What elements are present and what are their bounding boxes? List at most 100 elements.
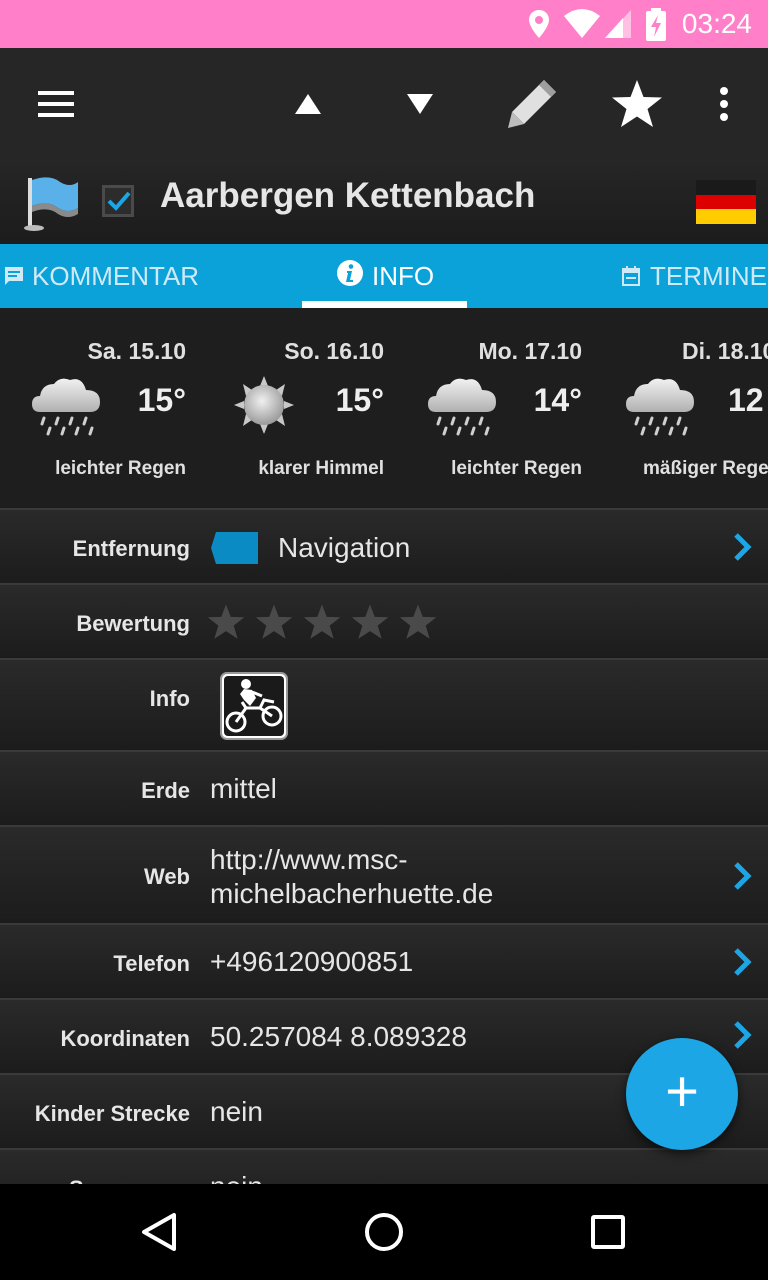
toolbar: [0, 48, 768, 160]
home-button[interactable]: [336, 1184, 432, 1280]
chevron-right-icon: [734, 1021, 752, 1049]
more-options-button[interactable]: [684, 48, 764, 160]
row-web[interactable]: Web http://www.msc- michelbacherhuette.d…: [0, 825, 768, 923]
row-value: Navigation: [278, 532, 411, 563]
back-button[interactable]: [112, 1184, 208, 1280]
weather-date: Mo. 17.10: [478, 338, 582, 364]
weather-desc: leichter Regen: [55, 458, 186, 479]
row-supercross: Supercross nein: [0, 1148, 768, 1184]
weather-date: Di. 18.10: [682, 338, 768, 364]
star-empty-icon: [351, 604, 389, 639]
track-flag-icon: [24, 177, 78, 231]
row-value: nein: [210, 1170, 263, 1184]
row-value: +496120900851: [210, 946, 414, 977]
weather-temp: 15°: [335, 382, 384, 418]
menu-icon: [38, 91, 74, 117]
star-icon: [612, 80, 662, 127]
tab-info-label: INFO: [372, 260, 435, 291]
previous-button[interactable]: [268, 48, 348, 160]
weather-date: Sa. 15.10: [87, 338, 186, 364]
chevron-right-icon: [734, 533, 752, 561]
rain-cloud-icon: [626, 378, 694, 436]
status-bar: 03:24: [0, 0, 768, 48]
weather-desc: klarer Himmel: [258, 458, 384, 479]
rating-stars[interactable]: [206, 603, 438, 641]
row-entfernung[interactable]: Entfernung Navigation: [0, 508, 768, 583]
row-label: Web: [143, 864, 190, 889]
weather-desc: mäßiger Rege: [643, 458, 768, 479]
home-icon: [365, 1213, 403, 1251]
rain-cloud-icon: [32, 378, 100, 436]
row-label: Kinder Strecke: [34, 1101, 190, 1126]
comment-icon: [5, 267, 23, 285]
add-fab-button[interactable]: +: [626, 1038, 738, 1150]
weather-temp: 12: [728, 382, 764, 418]
rain-cloud-icon: [428, 378, 496, 436]
row-value-line2: michelbacherhuette.de: [210, 878, 494, 909]
row-label: Erde: [141, 778, 190, 803]
visited-checkbox[interactable]: [102, 185, 134, 217]
weather-desc: leichter Regen: [451, 458, 582, 479]
chevron-right-icon: [734, 862, 752, 890]
status-time: 03:24: [681, 8, 752, 39]
germany-flag-icon: [696, 180, 756, 224]
weather-day: So. 16.10 15° klarer Himmel: [198, 308, 398, 508]
navigation-icon: [211, 532, 258, 564]
location-icon: [529, 10, 549, 38]
arrow-down-icon: [407, 94, 433, 114]
check-icon: [107, 191, 131, 211]
wifi-icon: [564, 9, 600, 38]
row-label: Info: [149, 686, 190, 711]
row-label: Supercross: [69, 1176, 190, 1184]
calendar-icon: [622, 266, 640, 286]
chevron-right-icon: [734, 948, 752, 976]
recents-button[interactable]: [560, 1184, 656, 1280]
row-telefon[interactable]: Telefon +496120900851: [0, 923, 768, 998]
menu-button[interactable]: [16, 48, 96, 160]
row-bewertung[interactable]: Bewertung: [0, 583, 768, 658]
system-nav-bar: [0, 1184, 768, 1280]
weather-day: Sa. 15.10 15° leichter Regen: [0, 308, 200, 508]
sun-icon: [234, 376, 294, 434]
weather-temp: 15°: [137, 382, 186, 418]
star-empty-icon: [255, 604, 293, 639]
tab-termine[interactable]: TERMINE: [622, 244, 767, 308]
row-label: Entfernung: [72, 536, 190, 561]
edit-icon: [508, 80, 556, 128]
star-empty-icon: [399, 604, 437, 639]
info-icon: [337, 260, 363, 286]
signal-icon: [605, 10, 631, 38]
star-empty-icon: [207, 604, 245, 639]
battery-charging-icon: [646, 8, 666, 41]
motocross-icon: [220, 672, 288, 740]
tab-termine-label: TERMINE: [650, 260, 767, 291]
row-label: Bewertung: [76, 611, 190, 636]
row-value-line1: http://www.msc-: [210, 844, 408, 875]
tab-kommentar[interactable]: KOMMENTAR: [4, 244, 199, 308]
tab-kommentar-label: KOMMENTAR: [32, 260, 200, 291]
edit-button[interactable]: [492, 48, 572, 160]
recents-icon: [591, 1215, 625, 1249]
row-label: Telefon: [113, 951, 190, 976]
weather-temp: 14°: [533, 382, 582, 418]
back-icon: [142, 1213, 176, 1251]
row-erde: Erde mittel: [0, 750, 768, 825]
track-header: Aarbergen Kettenbach: [0, 160, 768, 244]
tab-info[interactable]: INFO: [336, 244, 434, 308]
weather-day: Mo. 17.10 14° leichter Regen: [396, 308, 596, 508]
next-button[interactable]: [380, 48, 460, 160]
tab-indicator: [302, 301, 467, 308]
weather-date: So. 16.10: [284, 338, 384, 364]
favorite-button[interactable]: [597, 48, 677, 160]
row-value: nein: [210, 1096, 263, 1127]
page-title: Aarbergen Kettenbach: [160, 176, 536, 215]
star-empty-icon: [303, 604, 341, 639]
tab-bar: KOMMENTAR INFO TERMINE: [0, 244, 768, 308]
row-info: Info: [0, 658, 768, 750]
arrow-up-icon: [295, 94, 321, 114]
plus-icon: +: [665, 1059, 699, 1124]
more-vert-icon: [720, 87, 728, 121]
row-value: mittel: [210, 773, 277, 804]
row-value: 50.257084 8.089328: [210, 1021, 467, 1052]
row-label: Koordinaten: [60, 1026, 190, 1051]
